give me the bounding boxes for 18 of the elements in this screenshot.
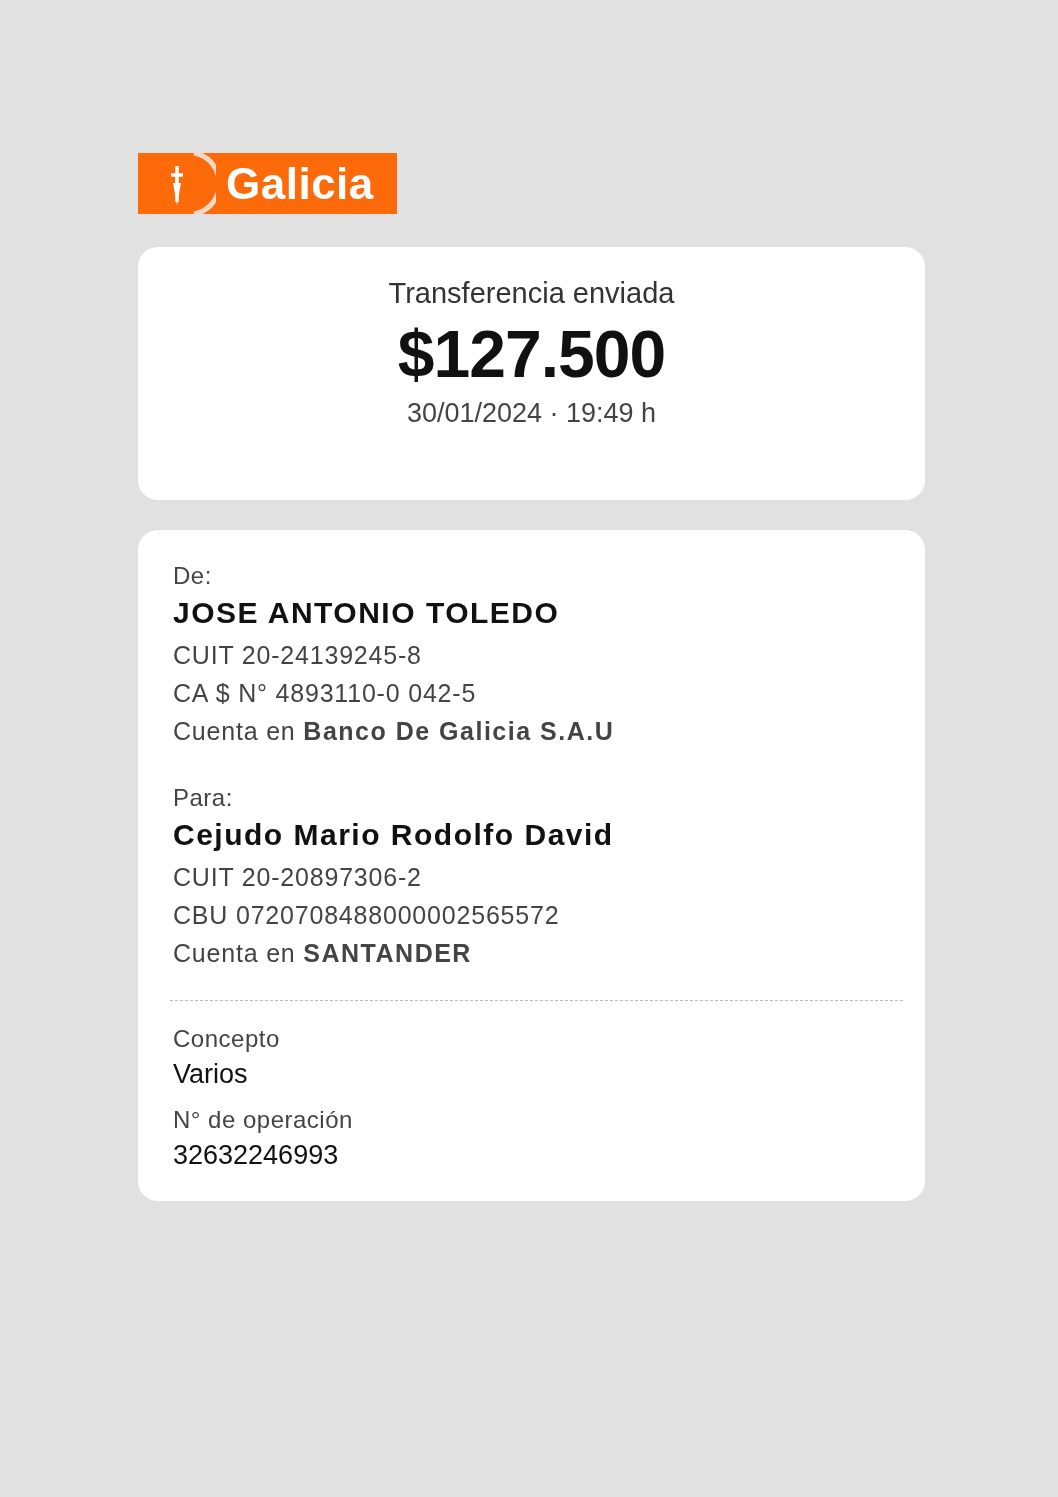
party-detail: Cuenta en SANTANDER	[173, 938, 473, 969]
party-detail: CUIT 20-24139245-8	[173, 640, 423, 671]
party-label: Para:	[173, 784, 234, 812]
party-detail: CUIT 20-20897306-2	[173, 862, 423, 893]
party-detail: Cuenta en Banco De Galicia S.A.U	[173, 716, 616, 747]
party-detail: CBU 0720708488000002565572	[173, 900, 561, 931]
logo-text: Galicia	[226, 158, 374, 209]
party-label: De:	[173, 562, 213, 590]
detail-label: N° de operación	[173, 1106, 354, 1134]
amount: $127.500	[397, 316, 666, 392]
detail-value: Varios	[173, 1059, 249, 1090]
party-detail: CA $ N° 4893110-0 042-5	[173, 678, 478, 709]
party-name: Cejudo Mario Rodolfo David	[173, 818, 615, 852]
party-name: JOSE ANTONIO TOLEDO	[173, 596, 561, 630]
detail-value: 32632246993	[173, 1140, 340, 1171]
detail-label: Concepto	[173, 1025, 281, 1053]
transfer-title: Transferencia enviada	[388, 277, 675, 310]
date-time: 30/01/2024 · 19:49 h	[406, 398, 657, 429]
